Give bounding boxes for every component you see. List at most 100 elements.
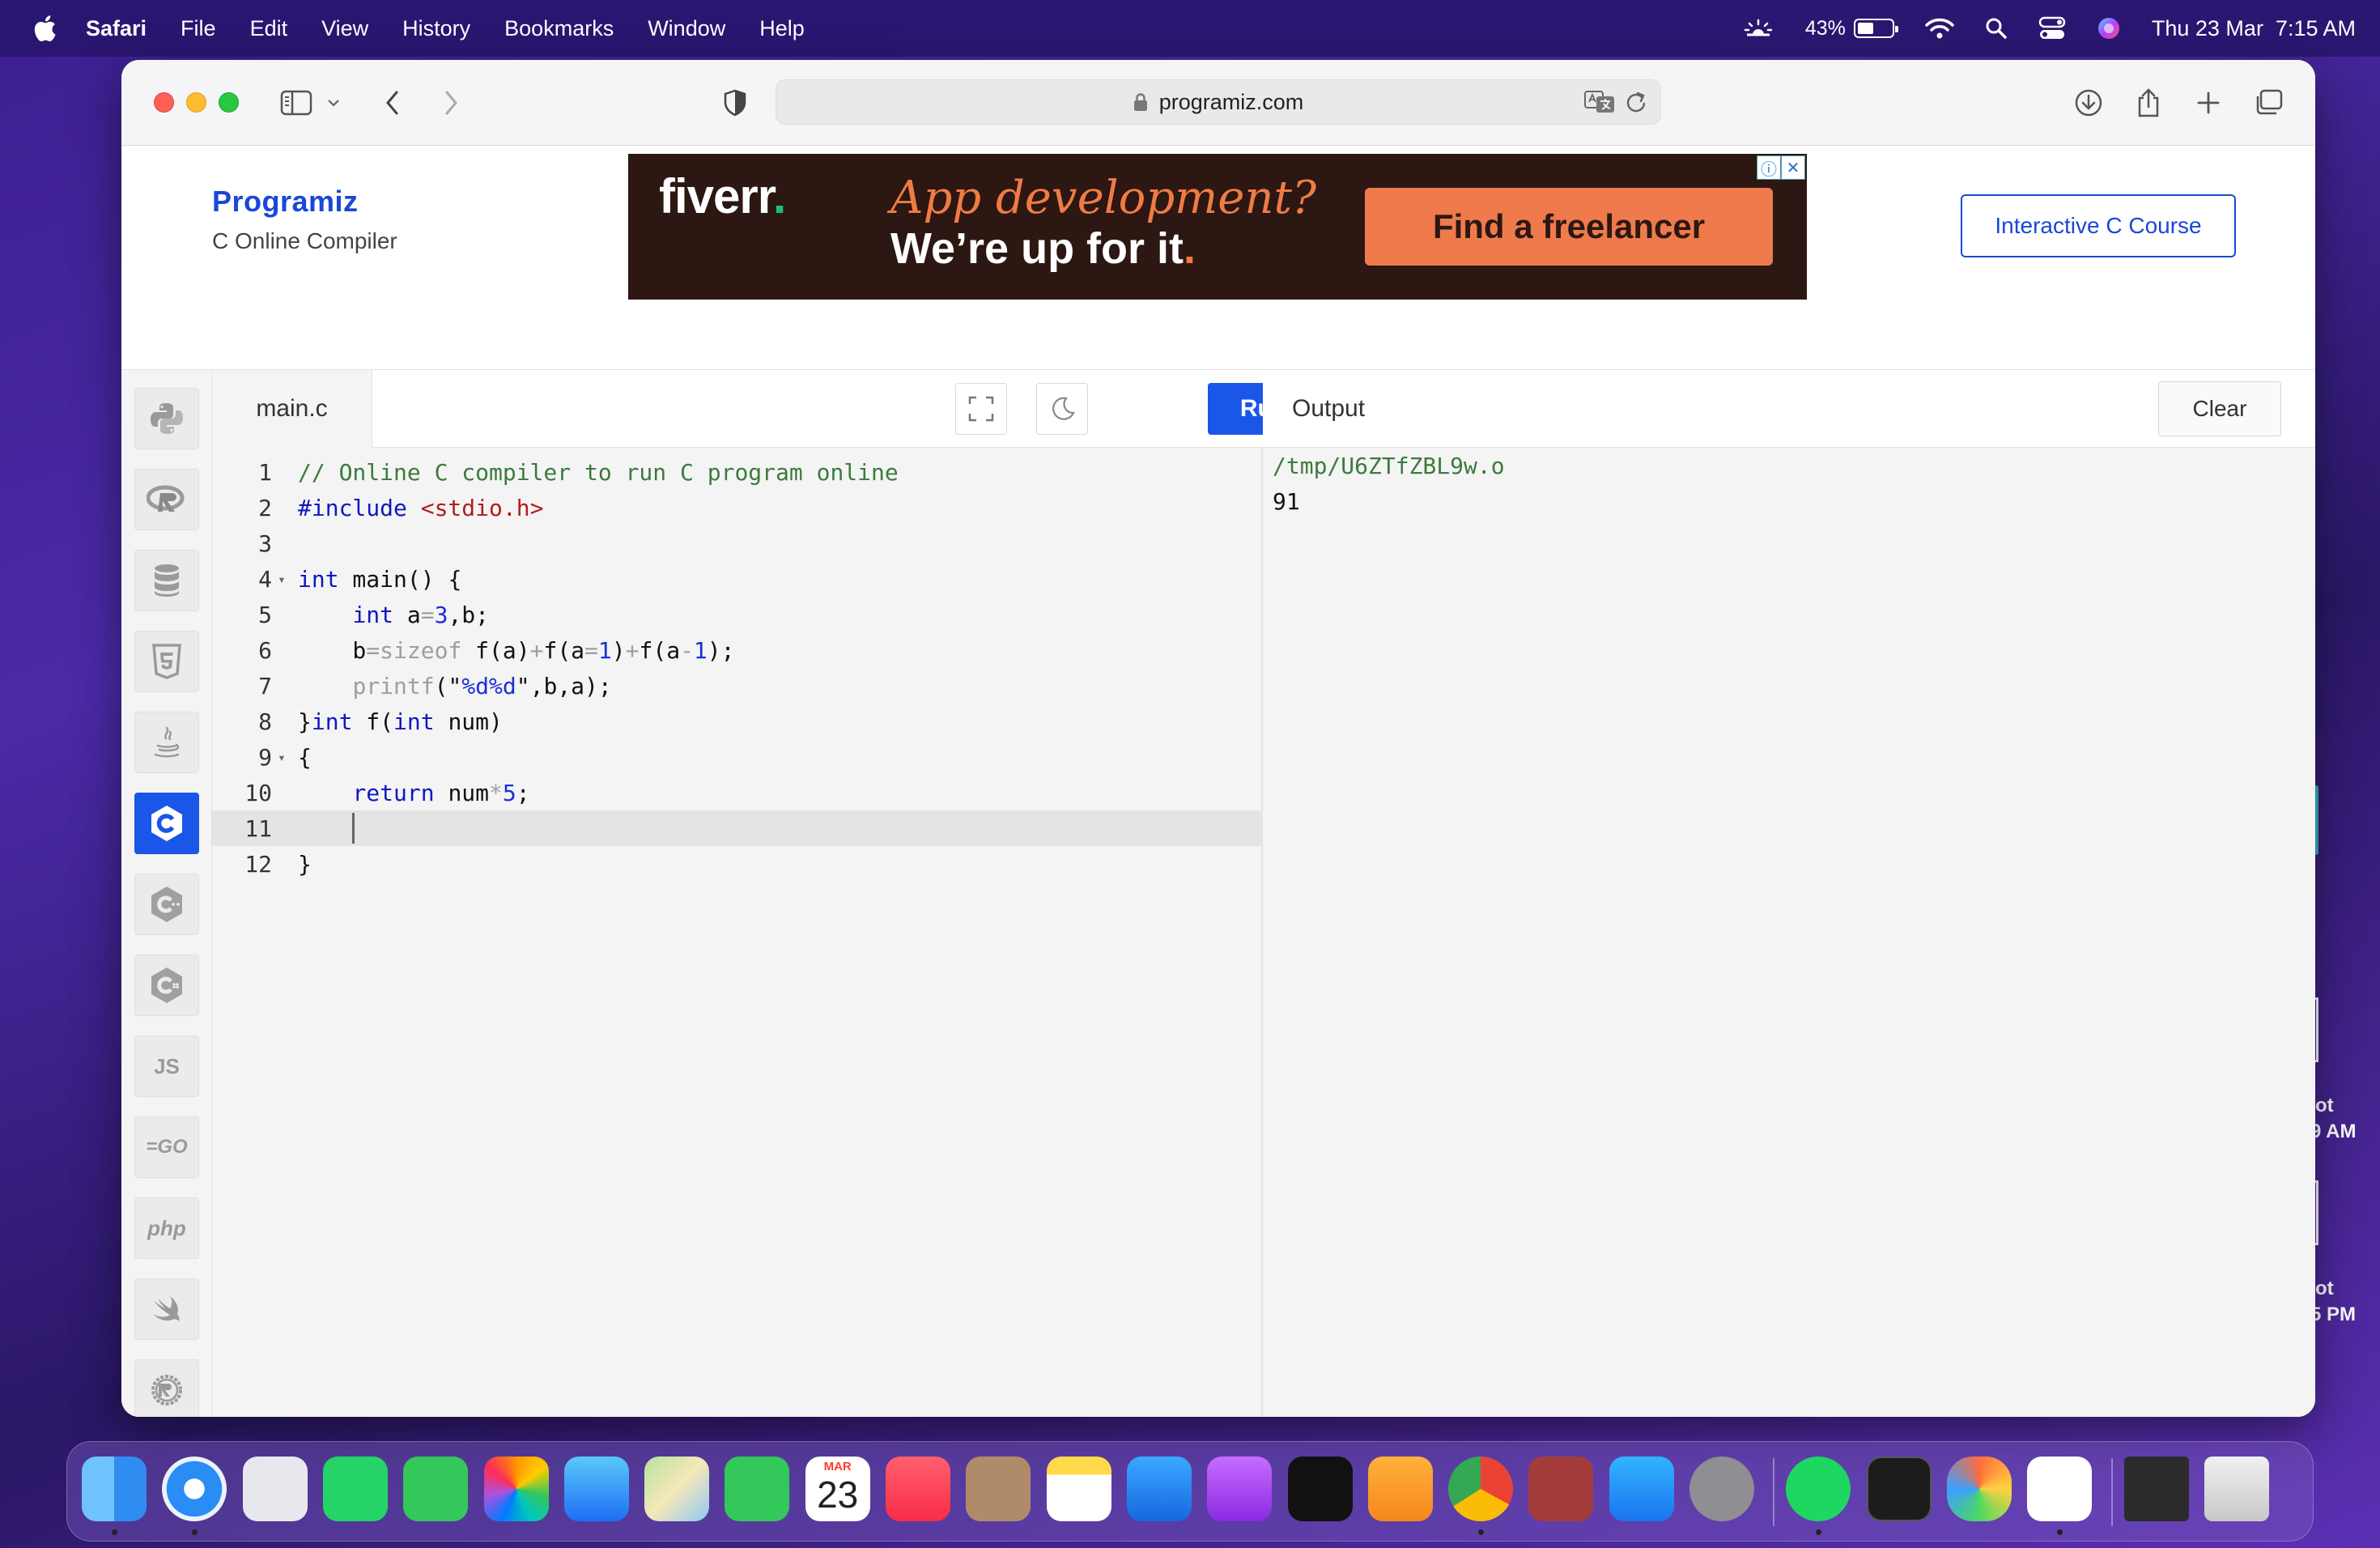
lang-python-button[interactable]	[134, 388, 199, 449]
code-line[interactable]: 11	[212, 810, 1263, 846]
go-icon-label: GO	[157, 1136, 188, 1158]
file-tab-main-c[interactable]: main.c	[212, 370, 372, 448]
downloads-icon[interactable]	[2072, 83, 2105, 123]
menu-bookmarks[interactable]: Bookmarks	[504, 16, 614, 41]
dock-notes-icon[interactable]	[1046, 1457, 1111, 1521]
forward-icon[interactable]	[439, 83, 463, 123]
privacy-shield-icon[interactable]	[720, 83, 750, 123]
brightness-icon[interactable]	[1742, 17, 1774, 40]
menu-window[interactable]: Window	[648, 16, 725, 41]
lang-java-button[interactable]	[134, 712, 199, 773]
fullscreen-button[interactable]	[955, 383, 1007, 435]
dock-apple-tv-icon[interactable]	[1287, 1457, 1353, 1521]
battery-status[interactable]: 43%	[1805, 17, 1898, 40]
code-line[interactable]: 10 return num*5;	[212, 775, 1263, 810]
dock-photos-icon[interactable]	[483, 1457, 549, 1521]
menu-app-safari[interactable]: Safari	[86, 16, 147, 41]
clear-output-button[interactable]: Clear	[2158, 381, 2281, 436]
dock-launchpad-icon[interactable]	[242, 1457, 308, 1521]
dock-trash-icon[interactable]	[2204, 1457, 2269, 1521]
new-tab-icon[interactable]	[2194, 83, 2223, 123]
code-line[interactable]: 7 printf("%d%d",b,a);	[212, 668, 1263, 704]
dock-messages-icon[interactable]	[403, 1457, 469, 1521]
code-line[interactable]: 1 // Online C compiler to run C program o…	[212, 454, 1263, 490]
menu-help[interactable]: Help	[759, 16, 805, 41]
menu-file[interactable]: File	[181, 16, 216, 41]
dock-music-icon[interactable]	[886, 1457, 950, 1521]
code-line[interactable]: 3	[212, 525, 1263, 561]
dock-contacts-icon[interactable]	[966, 1457, 1031, 1521]
interactive-course-button[interactable]: Interactive C Course	[1961, 194, 2236, 257]
dock-maps-icon[interactable]	[644, 1457, 710, 1521]
lang-sql-button[interactable]	[134, 550, 199, 611]
translate-icon[interactable]	[1584, 90, 1615, 120]
lang-r-button[interactable]	[134, 469, 199, 530]
dock-vscode-icon[interactable]	[2027, 1457, 2093, 1521]
code-line[interactable]: 2 #include <stdio.h>	[212, 490, 1263, 525]
dock-whatsapp-icon[interactable]	[322, 1457, 388, 1521]
code-line[interactable]: 6 b=sizeof f(a)+f(a=1)+f(a-1);	[212, 632, 1263, 668]
apple-menu-icon[interactable]	[31, 15, 58, 42]
programiz-brand[interactable]: Programiz C Online Compiler	[212, 185, 397, 254]
ad-info-icon[interactable]: ⓘ	[1757, 155, 1781, 180]
dock-spotify-icon[interactable]	[1786, 1457, 1851, 1521]
code-text: printf("%d%d",b,a);	[291, 673, 611, 700]
dock-pages-icon[interactable]	[1367, 1457, 1433, 1521]
close-window-button[interactable]	[154, 92, 174, 113]
menu-view[interactable]: View	[321, 16, 368, 41]
code-editor[interactable]: 1 // Online C compiler to run C program o…	[212, 448, 1263, 1417]
dock-mail-icon[interactable]	[563, 1457, 629, 1521]
fold-arrow-icon[interactable]: ▾	[272, 572, 291, 587]
dock-system-settings-icon[interactable]	[1689, 1457, 1754, 1521]
output-panel[interactable]: /tmp/U6ZTfZBL9w.o 91	[1263, 448, 2315, 1417]
back-icon[interactable]	[380, 83, 405, 123]
dock-chrome-icon[interactable]	[1448, 1457, 1514, 1521]
code-line[interactable]: 8}int f(int num)	[212, 704, 1263, 739]
control-center-icon[interactable]	[2038, 16, 2066, 40]
menu-history[interactable]: History	[402, 16, 470, 41]
dock-screenshot-preview-icon[interactable]	[2123, 1457, 2189, 1521]
menu-clock[interactable]: Thu 23 Mar 7:15 AM	[2152, 16, 2356, 41]
programiz-logo[interactable]: Programiz	[212, 185, 397, 219]
lang-cpp-button[interactable]	[134, 874, 199, 935]
code-line[interactable]: 12}	[212, 846, 1263, 882]
minimize-window-button[interactable]	[186, 92, 206, 113]
dark-mode-button[interactable]	[1036, 383, 1088, 435]
dock-safari-icon[interactable]	[162, 1457, 227, 1521]
fold-arrow-icon[interactable]: ▾	[272, 750, 291, 765]
lang-c-button[interactable]	[134, 793, 199, 854]
lang-csharp-button[interactable]	[134, 955, 199, 1016]
code-line[interactable]: 5 int a=3,b;	[212, 597, 1263, 632]
dock-keynote-icon[interactable]	[1126, 1457, 1192, 1521]
dock-dictionary-icon[interactable]	[1528, 1457, 1594, 1521]
menu-edit[interactable]: Edit	[250, 16, 288, 41]
share-icon[interactable]	[2134, 83, 2163, 123]
siri-icon[interactable]	[2097, 16, 2121, 40]
reload-icon[interactable]	[1625, 90, 1647, 120]
zoom-window-button[interactable]	[219, 92, 239, 113]
lang-swift-button[interactable]	[134, 1278, 199, 1340]
dock-finder-icon[interactable]	[82, 1457, 147, 1521]
wifi-icon[interactable]	[1925, 17, 1954, 40]
dock-app-store-icon[interactable]	[1609, 1457, 1674, 1521]
lang-go-button[interactable]: =GO	[134, 1116, 199, 1178]
dock-calendar-icon[interactable]: MAR 23	[805, 1457, 870, 1521]
ad-cta-button[interactable]: Find a freelancer	[1365, 188, 1773, 266]
ad-banner[interactable]: fiverr. App development? We’re up for it…	[628, 154, 1807, 300]
chevron-down-icon[interactable]	[325, 83, 342, 123]
ad-close-icon[interactable]: ✕	[1781, 155, 1805, 180]
dock-facetime-icon[interactable]	[725, 1457, 790, 1521]
lang-js-button[interactable]: JS	[134, 1036, 199, 1097]
spotlight-search-icon[interactable]	[1985, 17, 2008, 40]
code-line[interactable]: 9 ▾ {	[212, 739, 1263, 775]
tab-overview-icon[interactable]	[2252, 83, 2284, 123]
dock-terminal-icon[interactable]	[1866, 1457, 1932, 1521]
lang-rust-button[interactable]	[134, 1359, 199, 1417]
lang-html-button[interactable]	[134, 631, 199, 692]
code-line[interactable]: 4 ▾ int main() {	[212, 561, 1263, 597]
dock-pinwheel-icon[interactable]	[1946, 1457, 2012, 1521]
sidebar-toggle-icon[interactable]	[278, 83, 314, 123]
address-bar[interactable]: programiz.com	[776, 79, 1661, 125]
dock-podcasts-icon[interactable]	[1207, 1457, 1273, 1521]
lang-php-button[interactable]: php	[134, 1197, 199, 1259]
